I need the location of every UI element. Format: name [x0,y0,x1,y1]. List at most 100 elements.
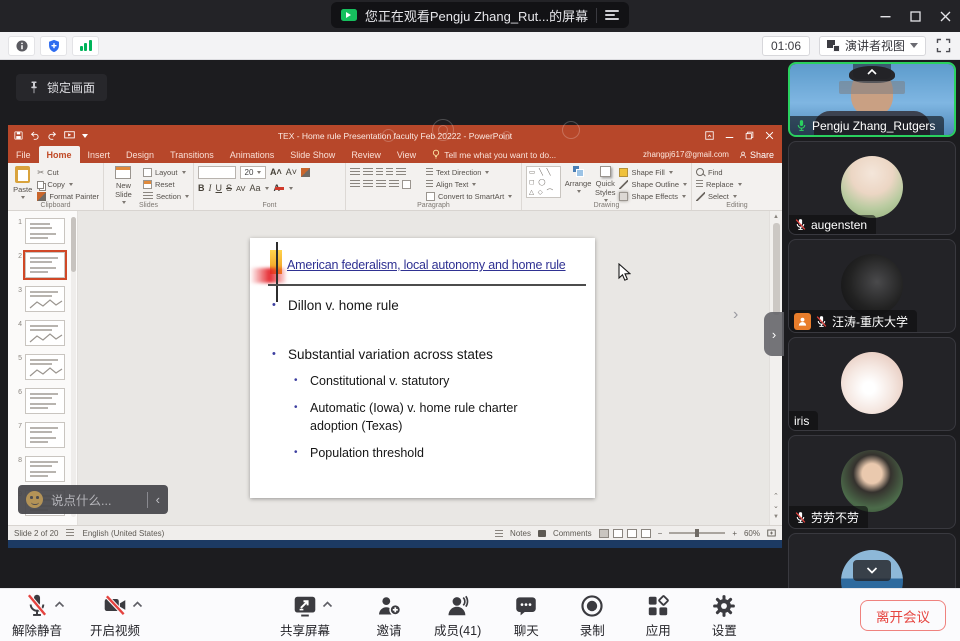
network-signal-button[interactable] [72,36,99,56]
ppt-tab-slide-show[interactable]: Slide Show [282,146,343,163]
save-icon[interactable] [14,131,23,140]
ppt-tab-animations[interactable]: Animations [222,146,283,163]
comments-toggle[interactable]: Comments [553,529,592,538]
fullscreen-button[interactable] [935,37,952,54]
ppt-tab-design[interactable]: Design [118,146,162,163]
convert-smartart-button[interactable]: Convert to SmartArt [426,192,512,201]
slideshow-view-button[interactable] [641,529,651,538]
slide-editing-canvas[interactable]: American federalism, local autonomy and … [78,211,769,525]
ppt-tab-home[interactable]: Home [39,146,80,163]
toolbar-share-screen-button[interactable]: 共享屏幕 [280,592,330,639]
ppt-tellme-box[interactable]: Tell me what you want to do... [424,146,564,163]
ppt-share-button[interactable]: Share [739,150,774,160]
collapse-videos-button[interactable] [853,64,891,79]
banner-menu-icon[interactable] [605,9,619,21]
maximize-button[interactable] [900,0,930,32]
section-button[interactable]: Section [143,192,189,201]
spellcheck-icon[interactable] [66,529,74,537]
current-slide[interactable]: American federalism, local autonomy and … [250,238,595,498]
alignment-buttons[interactable] [350,180,422,189]
toolbar-chat-button[interactable]: 聊天 [505,592,547,639]
next-slide-button[interactable]: ⌄ [773,503,779,510]
meeting-info-button[interactable] [8,36,35,56]
toolbar-members-button[interactable]: 成员(41) [434,592,481,639]
normal-view-button[interactable] [599,529,609,538]
participant-tile-1[interactable]: Pengju Zhang_Rutgers [788,62,956,137]
toolbar-unmute-button[interactable]: 解除静音 [12,592,62,639]
toolbar-settings-button[interactable]: 设置 [703,592,745,639]
copy-button[interactable]: Copy [37,180,99,189]
layout-button[interactable]: Layout [143,168,189,177]
close-button[interactable] [930,0,960,32]
participant-tile-3[interactable]: 汪涛-重庆大学 [788,239,956,333]
ppt-tab-insert[interactable]: Insert [80,146,119,163]
toolbar-invite-button[interactable]: 邀请 [368,592,410,639]
paste-button[interactable]: Paste [12,166,33,199]
slide-thumbnail-2[interactable] [25,252,65,278]
thumbnail-scrollbar[interactable] [71,217,76,517]
zoom-out-button[interactable]: − [658,529,663,538]
share-screen-options-chevron-icon[interactable] [322,601,333,608]
zoom-in-button[interactable]: + [732,529,737,538]
more-participants-tile[interactable] [788,533,956,588]
toolbar-record-button[interactable]: 录制 [571,592,613,639]
slide-thumbnail-6[interactable] [25,388,65,414]
strikethrough-button[interactable]: S [226,184,232,193]
panel-handle-icon[interactable]: › [733,306,738,324]
previous-slide-button[interactable]: ⌃ [773,493,779,500]
ppt-close-icon[interactable] [761,127,778,144]
reading-view-button[interactable] [627,529,637,538]
ppt-tab-transitions[interactable]: Transitions [162,146,222,163]
shape-fill-button[interactable]: Shape Fill [619,168,687,177]
grow-font-button[interactable]: A˄ [270,168,282,177]
view-mode-button[interactable]: 演讲者视图 [819,36,926,56]
quick-chat-input[interactable]: 说点什么... ‹ [18,485,168,514]
undo-icon[interactable] [30,131,40,140]
zoom-slider[interactable] [669,532,725,534]
cut-button[interactable]: ✂Cut [37,168,99,177]
participant-tile-5[interactable]: 劳劳不劳 [788,435,956,529]
shrink-font-button[interactable]: A˅ [286,168,297,177]
replace-button[interactable]: Replace [696,180,742,189]
sidebar-collapse-handle[interactable]: › [764,312,784,356]
ppt-tab-view[interactable]: View [389,146,424,163]
shape-effects-button[interactable]: Shape Effects [619,192,687,201]
language-indicator[interactable]: English (United States) [82,529,164,538]
notes-toggle[interactable]: Notes [510,529,531,538]
scroll-down-icon[interactable]: ▼ [773,513,779,521]
slide-vertical-scrollbar[interactable]: ▲ ⌃ ⌄ ▼ [769,211,782,525]
scroll-up-icon[interactable]: ▲ [773,213,779,221]
slide-thumbnail-5[interactable] [25,354,65,380]
align-text-button[interactable]: Align Text [426,180,512,189]
find-button[interactable]: Find [696,168,742,177]
ppt-tab-review[interactable]: Review [343,146,389,163]
fit-to-window-icon[interactable] [767,529,776,537]
change-case-button[interactable]: Aa [249,184,260,193]
minimize-button[interactable] [870,0,900,32]
unmute-options-chevron-icon[interactable] [54,601,65,608]
underline-button[interactable]: U [216,184,223,193]
toolbar-start-video-button[interactable]: 开启视频 [90,592,140,639]
zoom-level[interactable]: 60% [744,529,760,538]
qat-more-icon[interactable] [82,134,88,138]
toolbar-apps-button[interactable]: 应用 [637,592,679,639]
participant-tile-4[interactable]: iris [788,337,956,431]
ppt-minimize-icon[interactable] [721,127,738,144]
ppt-tab-file[interactable]: File [8,146,39,163]
quick-styles-button[interactable]: Quick Styles [595,166,615,202]
font-size-box[interactable]: 20 [240,166,266,179]
clear-formatting-button[interactable] [301,168,310,177]
slide-thumbnail-1[interactable] [25,218,65,244]
format-painter-button[interactable]: Format Painter [37,192,99,201]
arrange-button[interactable]: Arrange [565,166,591,193]
leave-meeting-button[interactable]: 离开会议 [860,600,946,631]
reset-button[interactable]: Reset [143,180,189,189]
redo-icon[interactable] [47,131,57,140]
slide-thumbnail-8[interactable] [25,456,65,482]
slideshow-icon[interactable] [64,131,75,140]
italic-button[interactable]: I [209,184,212,193]
emoji-icon[interactable] [26,491,43,508]
start-video-options-chevron-icon[interactable] [132,601,143,608]
list-and-indent-buttons[interactable] [350,168,422,177]
shapes-gallery[interactable]: ▭ ╲ ╲ ◻ ◯ △ ◇ ⌒ ⇨ ▽ ◠ ◡ { } [526,166,561,198]
